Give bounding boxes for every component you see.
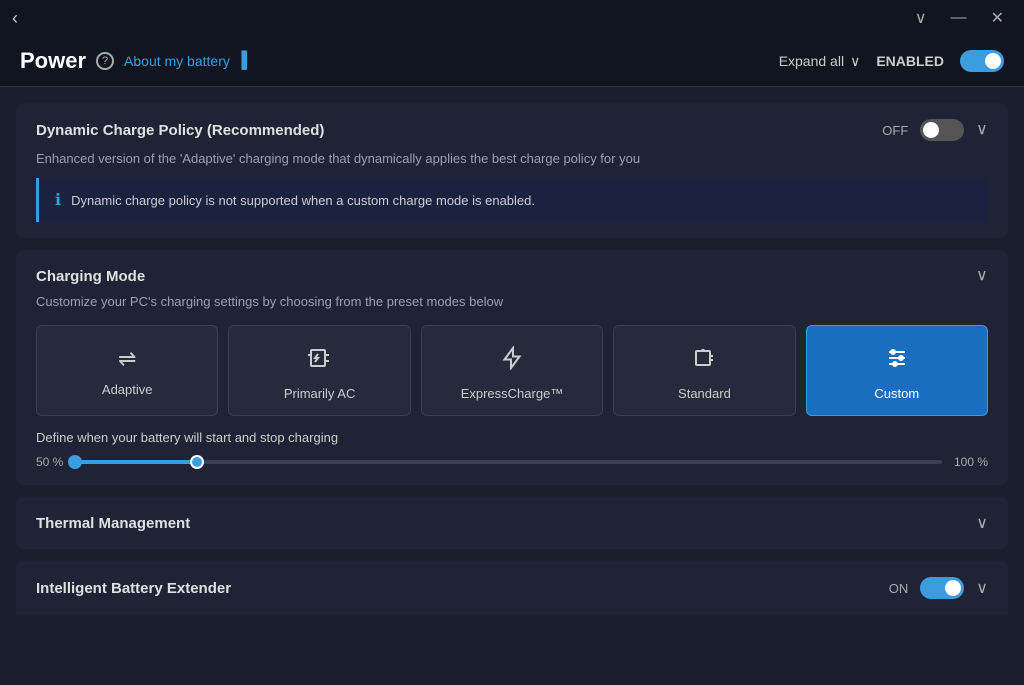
thermal-management-header[interactable]: Thermal Management ∨ [36,513,988,533]
custom-label: Custom [874,386,919,401]
thermal-management-chevron[interactable]: ∨ [976,513,988,533]
page-title: Power [20,48,86,74]
charge-slider-track[interactable] [75,460,942,464]
slider-label: Define when your battery will start and … [36,430,988,445]
app-header: Power ? About my battery ▐ Expand all ∨ … [0,36,1024,87]
minimize-icon[interactable]: — [943,5,975,31]
slider-row: 50 % 100 % [36,455,988,469]
charge-slider-section: Define when your battery will start and … [36,430,988,469]
about-battery-label: About my battery [124,53,230,69]
main-content: Dynamic Charge Policy (Recommended) OFF … [0,87,1024,631]
back-button[interactable]: ‹ [12,8,18,29]
expand-all-button[interactable]: Expand all ∨ [779,53,861,70]
adaptive-icon: ⇌ [118,346,136,372]
title-bar-left: ‹ [12,8,18,29]
thermal-management-section: Thermal Management ∨ [16,497,1008,549]
enabled-label: ENABLED [876,53,944,69]
primarily-ac-label: Primarily AC [284,386,356,401]
enabled-toggle[interactable] [960,50,1004,72]
adaptive-mode-card[interactable]: ⇌ Adaptive [36,325,218,416]
ibe-on-label: ON [889,581,909,596]
title-bar-controls: ∨ — ✕ [907,4,1012,32]
intelligent-battery-section: Intelligent Battery Extender ON ∨ [16,561,1008,615]
dynamic-charge-off-label: OFF [882,123,908,138]
charging-mode-title: Charging Mode [36,268,145,285]
title-bar: ‹ ∨ — ✕ [0,0,1024,36]
express-charge-label: ExpressCharge™ [461,386,564,401]
dynamic-charge-controls: OFF ∧ [882,119,988,141]
slider-thumb-end[interactable] [190,455,204,469]
express-charge-mode-card[interactable]: ExpressCharge™ [421,325,603,416]
ibe-chevron[interactable]: ∨ [976,578,988,598]
standard-mode-card[interactable]: Standard [613,325,795,416]
dynamic-charge-header[interactable]: Dynamic Charge Policy (Recommended) OFF … [36,119,988,141]
standard-icon [692,346,716,376]
charging-mode-header[interactable]: Charging Mode ∧ [36,266,988,286]
mode-cards-container: ⇌ Adaptive Primarily AC [36,325,988,416]
slider-max-label: 100 % [954,455,988,469]
maximize-icon[interactable]: ∨ [907,4,935,32]
close-icon[interactable]: ✕ [983,4,1012,32]
expand-all-label: Expand all [779,53,844,69]
slider-thumb-start[interactable] [68,455,82,469]
slider-min-label: 50 % [36,455,63,469]
dynamic-charge-desc: Enhanced version of the 'Adaptive' charg… [36,151,988,166]
ibe-header[interactable]: Intelligent Battery Extender ON ∨ [36,577,988,599]
expand-all-chevron: ∨ [850,53,860,70]
ibe-controls: ON ∨ [889,577,988,599]
charging-mode-desc: Customize your PC's charging settings by… [36,294,988,309]
header-right: Expand all ∨ ENABLED [779,50,1004,72]
battery-icon: ▐ [236,52,247,70]
thermal-management-title: Thermal Management [36,515,190,532]
charging-mode-section: Charging Mode ∧ Customize your PC's char… [16,250,1008,485]
charging-mode-chevron[interactable]: ∧ [976,266,988,286]
adaptive-label: Adaptive [102,382,153,397]
primarily-ac-mode-card[interactable]: Primarily AC [228,325,410,416]
dynamic-charge-chevron[interactable]: ∧ [976,120,988,140]
ibe-toggle[interactable] [920,577,964,599]
dynamic-charge-info-box: ℹ Dynamic charge policy is not supported… [36,178,988,222]
help-icon[interactable]: ? [96,52,114,70]
primarily-ac-icon [308,346,332,376]
custom-icon [885,346,909,376]
dynamic-charge-title: Dynamic Charge Policy (Recommended) [36,122,324,139]
express-charge-icon [500,346,524,376]
ibe-title: Intelligent Battery Extender [36,580,231,597]
slider-fill [75,460,196,464]
header-left: Power ? About my battery ▐ [20,48,247,74]
dynamic-charge-toggle[interactable] [920,119,964,141]
dynamic-charge-section: Dynamic Charge Policy (Recommended) OFF … [16,103,1008,238]
info-icon: ℹ [55,190,61,210]
standard-label: Standard [678,386,731,401]
about-battery-link[interactable]: About my battery ▐ [124,52,247,70]
info-text: Dynamic charge policy is not supported w… [71,193,535,208]
custom-mode-card[interactable]: Custom [806,325,988,416]
